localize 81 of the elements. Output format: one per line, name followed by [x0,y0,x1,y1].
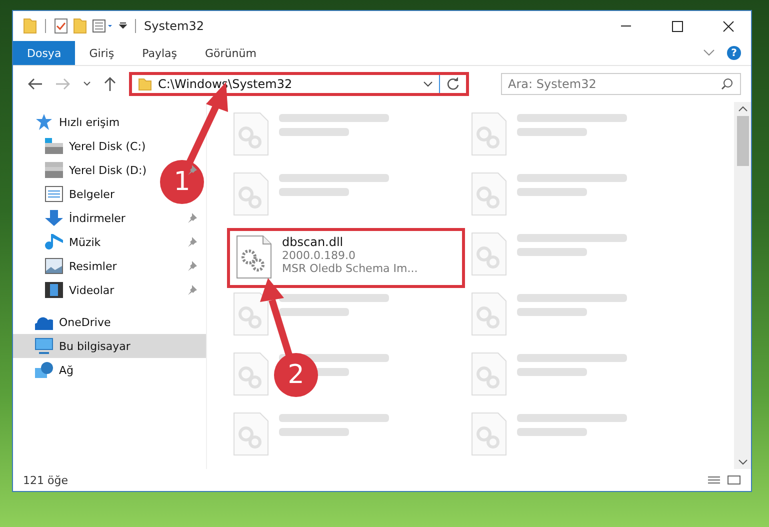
recent-caret-icon[interactable] [83,81,91,87]
drive-c-icon [45,138,63,154]
faded-file-icon [233,112,269,156]
blurred-detail-bar [279,128,349,136]
sidebar-item[interactable]: Hızlı erişim [13,110,206,134]
blurred-detail-bar [517,128,587,136]
file-detail: 2000.0.189.0 [282,249,356,262]
window-title: System32 [144,19,204,33]
address-path: C:\Windows\System32 [158,77,294,91]
maximize-icon [672,20,682,32]
scrollbar[interactable] [734,102,751,469]
pin-icon[interactable] [187,213,197,223]
ribbon-tab[interactable]: Giriş [75,41,128,65]
picture-icon [45,258,63,274]
faded-file-icon [471,292,507,336]
blurred-detail-bar [517,428,587,436]
details-view-icon[interactable] [707,475,721,485]
blurred-detail-bar [517,308,587,316]
file-name: dbscan.dll [282,235,344,249]
blurred-detail-bar [517,248,587,256]
gears-file-icon [236,235,272,279]
sidebar-item[interactable]: Bu bilgisayar [13,334,206,358]
sidebar-item[interactable]: Resimler [13,254,158,278]
blurred-detail-bar [517,188,587,196]
pin-icon[interactable] [187,285,197,295]
minimize-icon [621,25,631,27]
computer-icon [35,338,53,354]
faded-file-icon [471,412,507,456]
blurred-detail-bar [279,188,349,196]
scroll-up-icon[interactable] [738,106,748,112]
pin-icon[interactable] [187,261,197,271]
download-icon [45,210,63,226]
sidebar-item[interactable]: İndirmeler [13,206,158,230]
faded-file-icon [471,172,507,216]
ribbon-tab[interactable]: Dosya [13,41,76,65]
faded-file-icon [471,352,507,396]
customize-caret-icon[interactable] [119,22,127,30]
close-icon [722,20,734,32]
chevron-down-icon[interactable] [703,49,715,57]
scroll-down-icon[interactable] [738,459,748,465]
sidebar-item[interactable]: Yerel Disk (D:) [13,158,158,182]
back-arrow-icon[interactable] [27,77,43,91]
sidebar-item[interactable]: Müzik [13,230,158,254]
up-arrow-icon[interactable] [103,76,117,92]
properties-icon[interactable] [92,18,114,34]
sidebar-item[interactable]: Videolar [13,278,158,302]
blurred-detail-bar [279,428,349,436]
faded-file-icon [233,292,269,336]
faded-file-icon [233,352,269,396]
checklist-icon[interactable] [54,18,68,34]
scrollbar-thumb[interactable] [736,116,748,166]
search-field[interactable]: Ara: System32 [501,73,741,95]
document-icon [45,186,63,202]
sidebar-item[interactable]: OneDrive [13,310,206,334]
tiles-view-icon[interactable] [727,475,741,485]
ribbon-tab[interactable]: Paylaş [128,41,191,65]
faded-file-icon [471,112,507,156]
file-tile[interactable]: dbscan.dll 2000.0.189.0 MSR Oledb Schema Im... [227,228,465,288]
address-bar[interactable]: C:\Windows\System32 [129,72,469,96]
folder-icon [138,78,152,90]
pin-icon[interactable] [187,237,197,247]
drive-icon [45,162,63,178]
sidebar-item[interactable]: Ağ [13,358,206,382]
video-icon [45,282,63,298]
blurred-detail-bar [279,308,349,316]
faded-file-icon [471,232,507,276]
item-count: 121 öğe [23,474,68,486]
sidebar-item[interactable]: Belgeler [13,182,158,206]
sidebar-item[interactable]: Yerel Disk (C:) [13,134,158,158]
refresh-icon[interactable] [446,77,460,91]
star-icon [35,114,53,130]
ribbon-tab[interactable]: Görünüm [191,41,270,65]
blurred-detail-bar [517,368,587,376]
network-icon [35,362,53,378]
search-icon[interactable] [721,78,733,90]
dropdown-caret-icon[interactable] [423,81,433,87]
help-button[interactable]: ? [727,46,741,60]
music-icon [45,234,63,250]
faded-file-icon [233,172,269,216]
file-detail: MSR Oledb Schema Im... [282,262,418,275]
faded-file-icon [233,412,269,456]
